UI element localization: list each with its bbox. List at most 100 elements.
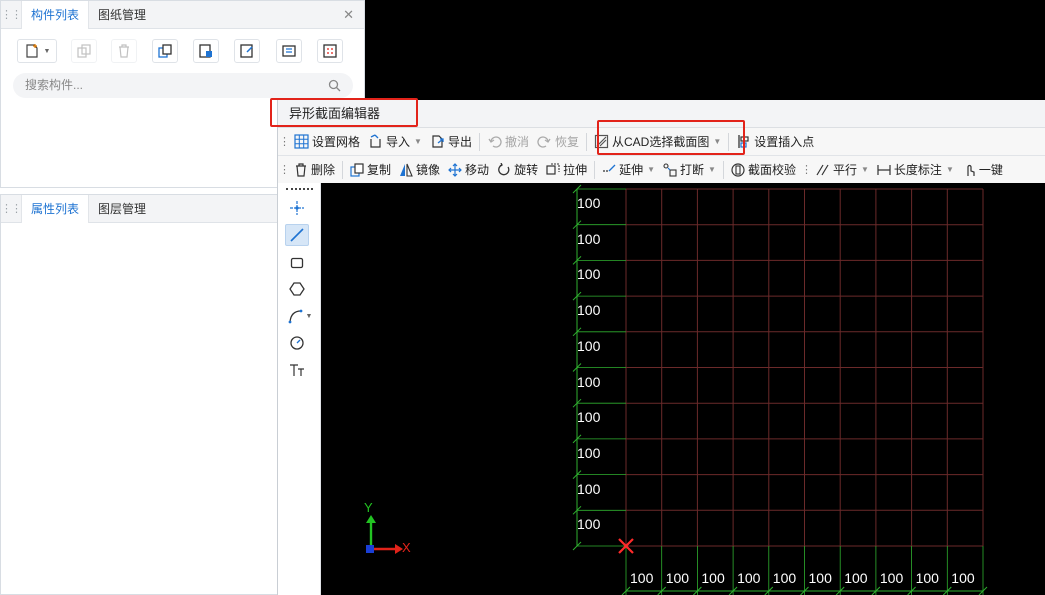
point-icon (290, 201, 304, 215)
import-button[interactable]: 导入 ▼ (364, 129, 426, 155)
text-tool[interactable] (285, 359, 309, 381)
row-dimension-label: 100 (577, 409, 601, 426)
toolbar-separator (722, 160, 724, 179)
toolbar-separator (586, 132, 587, 151)
section-check-icon (731, 162, 745, 177)
component-panel-tabbar: ⋮⋮ 构件列表 图纸管理 ✕ (1, 0, 364, 29)
row-dimension-label: 100 (577, 516, 601, 533)
section-check-button[interactable]: 截面校验 (727, 157, 800, 183)
chevron-down-icon[interactable]: ▼ (647, 165, 655, 174)
draw-rectangle-tool[interactable] (285, 252, 309, 274)
row-dimension-label: 100 (577, 480, 601, 497)
parallel-icon (816, 164, 829, 175)
copy-button[interactable]: 复制 (346, 157, 395, 183)
tab-component-list[interactable]: 构件列表 (21, 0, 90, 29)
row-dimension-label: 100 (577, 195, 601, 211)
chevron-down-icon[interactable]: ▼ (414, 137, 422, 146)
delete-button[interactable]: 删除 (290, 157, 339, 183)
export-button[interactable]: 导出 (426, 129, 476, 155)
parallel-button[interactable]: 平行 ▼ (812, 157, 873, 183)
layer-copy-icon (199, 44, 212, 58)
toolbar-grip-icon: ⋮ (279, 136, 290, 148)
draw-arc-tool[interactable]: ▼ (285, 305, 315, 327)
chevron-down-icon: ▼ (43, 47, 51, 55)
extend-button[interactable]: 延伸 ▼ (598, 157, 659, 183)
drag-handle-icon[interactable]: ⋮⋮ (1, 202, 22, 215)
mirror-button[interactable]: 镜像 (395, 157, 444, 183)
chevron-down-icon[interactable]: ▼ (708, 165, 716, 174)
undo-button[interactable]: 撤消 (483, 129, 533, 155)
properties-icon (282, 45, 296, 57)
close-icon[interactable]: ✕ (343, 7, 354, 23)
row-dimension-label: 100 (577, 230, 601, 247)
layer-copy-button[interactable] (193, 39, 219, 63)
mirror-label: 镜像 (416, 163, 441, 177)
redo-icon (537, 136, 551, 148)
line-icon (290, 228, 304, 242)
draw-point-tool[interactable] (285, 197, 309, 219)
draw-polygon-tool[interactable] (285, 278, 309, 300)
import-icon (370, 134, 381, 148)
chevron-down-icon[interactable]: ▼ (861, 165, 869, 174)
toolbar-separator (594, 160, 596, 179)
move-icon (448, 162, 462, 177)
set-grid-button[interactable]: 设置网格 (290, 129, 364, 155)
list-icon (323, 44, 337, 58)
grid-icon (294, 134, 309, 149)
break-button[interactable]: 打断 ▼ (659, 157, 720, 183)
arc-icon (288, 309, 302, 324)
column-dimension-label: 100 (951, 570, 975, 586)
delete-icon (119, 44, 129, 58)
rotate-label: 旋转 (514, 163, 539, 177)
stretch-icon (546, 162, 560, 175)
main-canvas[interactable] (365, 0, 1045, 100)
stretch-button[interactable]: 拉伸 (542, 157, 591, 183)
move-label: 移动 (465, 163, 490, 177)
set-insert-point-label: 设置插入点 (754, 135, 815, 149)
tab-property-list[interactable]: 属性列表 (21, 194, 90, 223)
delete-button[interactable] (111, 39, 137, 63)
set-insert-point-button[interactable]: 设置插入点 (732, 129, 818, 155)
tab-layer-management[interactable]: 图层管理 (89, 195, 155, 223)
one-click-button[interactable]: 一键 (958, 157, 1007, 183)
properties-button[interactable] (276, 39, 302, 63)
circle-icon (290, 336, 304, 350)
column-dimension-label: 100 (665, 570, 690, 586)
row-dimension-label: 100 (577, 337, 601, 354)
chevron-down-icon[interactable]: ▼ (946, 165, 954, 174)
draw-circle-tool[interactable] (285, 332, 309, 354)
draw-line-tool[interactable] (285, 224, 309, 246)
toolbar-grip-icon: ⋮ (800, 164, 812, 176)
column-dimension-label: 100 (808, 570, 832, 586)
length-dim-icon (877, 164, 891, 175)
copy-button[interactable] (71, 39, 97, 63)
new-component-button[interactable]: ▼ (17, 39, 57, 63)
search-input[interactable]: 搜索构件... (13, 73, 353, 98)
length-dimension-label: 长度标注 (893, 163, 942, 177)
export-icon (432, 135, 444, 148)
section-editor-dialog: 异形截面编辑器 ⋮ 设置网格 导入▼ 导出 撤消 恢复 从CAD选择截面图▼ (277, 100, 1045, 595)
batch-button[interactable] (234, 39, 260, 63)
section-drawing-canvas[interactable]: 100 100 100 100 100 100 100 100 100 100 100 100 100… (321, 183, 1045, 595)
stretch-label: 拉伸 (563, 163, 588, 177)
copy-floor-button[interactable] (152, 39, 178, 63)
copy-floor-icon (158, 44, 172, 58)
break-icon (663, 162, 677, 177)
redo-button[interactable]: 恢复 (533, 129, 583, 155)
rotate-button[interactable]: 旋转 (493, 157, 542, 183)
tab-drawing-management[interactable]: 图纸管理 (89, 1, 155, 29)
drag-handle-icon[interactable]: ⋮⋮ (1, 8, 22, 21)
title-highlight-box (270, 98, 418, 127)
new-component-icon (25, 44, 38, 58)
batch-icon (240, 44, 253, 58)
extend-icon (603, 164, 616, 172)
move-button[interactable]: 移动 (444, 157, 493, 183)
length-dimension-button[interactable]: 长度标注 ▼ (873, 157, 958, 183)
list-button[interactable] (317, 39, 343, 63)
mirror-icon (400, 163, 413, 177)
row-dimension-label: 100 (577, 444, 601, 461)
set-grid-label: 设置网格 (312, 135, 361, 149)
rectangle-icon (290, 257, 304, 269)
one-click-icon (967, 164, 975, 176)
redo-label: 恢复 (554, 135, 579, 149)
